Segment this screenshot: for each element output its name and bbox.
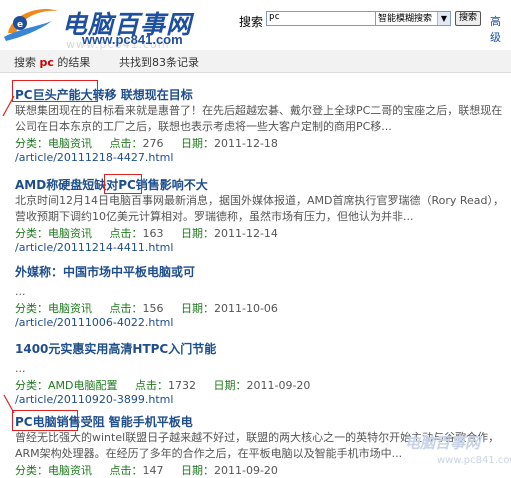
article-summary-line: 联想集团现在的目标看来就是惠普了！在先后超越宏碁、戴尔登上全球PC二哥的宝座之后… bbox=[15, 104, 503, 117]
watermark-url: www.pc841.com bbox=[437, 455, 511, 466]
article-meta: 分类：AMD电脑配置 点击：1732 日期：2011-09-20 bbox=[15, 377, 511, 393]
watermark-logo: 电脑百事网 bbox=[405, 434, 481, 452]
result-label-suffix: 的结果 bbox=[57, 56, 91, 69]
article-summary-line: ... bbox=[15, 285, 26, 298]
annotation-box bbox=[12, 80, 98, 102]
advanced-search-link[interactable]: 高级 bbox=[490, 13, 511, 45]
site-header: e 电脑百事网 www.pc841.com www.pc841.com 搜索 p… bbox=[0, 0, 511, 51]
chevron-down-icon: ▼ bbox=[437, 12, 450, 25]
search-result-item: 1400元实惠实用高清HTPC入门节能 ... 分类：AMD电脑配置 点击：17… bbox=[15, 340, 511, 409]
annotation-arrow-icon bbox=[2, 95, 15, 117]
site-logo-url: www.pc841.com bbox=[82, 32, 183, 47]
article-summary: ... bbox=[15, 280, 511, 300]
svg-text:e: e bbox=[17, 20, 23, 30]
annotation-box bbox=[104, 174, 142, 194]
search-result-item: AMD称硬盘短缺对PC销售影响不大 北京时间12月14日电脑百事网最新消息，据国… bbox=[15, 176, 511, 257]
article-clicks: 147 bbox=[142, 464, 164, 477]
article-title-link[interactable]: 外媒称：中国市场中平板电脑或可 bbox=[15, 263, 511, 280]
article-click-label: 点击： bbox=[109, 227, 143, 240]
result-summary-bar: 搜索 pc 的结果 共找到83条记录 bbox=[0, 50, 511, 73]
article-clicks: 156 bbox=[142, 302, 164, 315]
article-summary: 北京时间12月14日电脑百事网最新消息，据国外媒体报道，AMD首席执行官罗瑞德（… bbox=[15, 193, 511, 225]
article-summary-line: 公司在日本东京的工厂之后，联想也表示考虑将一些大客户定制的商用PC移... bbox=[15, 120, 392, 133]
article-date: 2011-10-06 bbox=[214, 302, 278, 315]
article-clicks: 1732 bbox=[168, 379, 196, 392]
article-date-label: 日期： bbox=[181, 137, 214, 150]
search-result-item: 外媒称：中国市场中平板电脑或可 ... 分类：电脑资讯 点击：156 日期：20… bbox=[15, 263, 511, 332]
article-date-label: 日期： bbox=[181, 464, 214, 477]
article-date: 2011-09-20 bbox=[246, 379, 311, 392]
result-keyword: pc bbox=[39, 56, 54, 69]
article-title-link[interactable]: 1400元实惠实用高清HTPC入门节能 bbox=[15, 340, 511, 357]
article-category[interactable]: 分类：AMD电脑配置 bbox=[15, 379, 118, 392]
article-summary: 联想集团现在的目标看来就是惠普了！在先后超越宏碁、戴尔登上全球PC二哥的宝座之后… bbox=[15, 103, 511, 135]
article-meta: 分类：电脑资讯 点击：276 日期：2011-12-18 bbox=[15, 135, 511, 151]
article-summary-line: ... bbox=[15, 362, 26, 375]
article-clicks: 163 bbox=[142, 227, 164, 240]
search-label: 搜索 bbox=[239, 15, 264, 29]
article-date-label: 日期： bbox=[213, 379, 247, 392]
logo-swoosh-icon: e bbox=[4, 9, 58, 41]
article-click-label: 点击： bbox=[109, 302, 143, 315]
article-date: 2011-09-20 bbox=[214, 464, 278, 477]
result-count: 共找到83条记录 bbox=[119, 56, 199, 69]
article-summary: ... bbox=[15, 357, 511, 377]
article-date-label: 日期： bbox=[181, 227, 214, 240]
article-date: 2011-12-14 bbox=[214, 227, 278, 240]
article-meta: 分类：电脑资讯 点击：163 日期：2011-12-14 bbox=[15, 225, 511, 241]
article-click-label: 点击： bbox=[109, 137, 143, 150]
article-summary-line: 北京时间12月14日电脑百事网最新消息，据国外媒体报道，AMD首席执行官罗瑞德（… bbox=[15, 194, 505, 207]
article-meta: 分类：电脑资讯 点击：156 日期：2011-10-06 bbox=[15, 300, 511, 316]
annotation-box bbox=[12, 410, 78, 431]
result-label-prefix: 搜索 bbox=[14, 56, 36, 69]
article-url-link[interactable]: /article/20111218-4427.html bbox=[15, 151, 511, 167]
article-category[interactable]: 分类：电脑资讯 bbox=[15, 227, 92, 240]
search-mode-value: 智能模糊搜索 bbox=[378, 14, 433, 24]
article-date: 2011-12-18 bbox=[214, 137, 278, 150]
article-url-link[interactable]: /article/20111214-4411.html bbox=[15, 241, 511, 257]
article-url-link[interactable]: /article/20111006-4022.html bbox=[15, 316, 511, 332]
article-category[interactable]: 分类：电脑资讯 bbox=[15, 137, 92, 150]
article-category[interactable]: 分类：电脑资讯 bbox=[15, 464, 92, 477]
search-input[interactable]: pc bbox=[266, 11, 376, 26]
annotation-arrow-icon bbox=[3, 394, 15, 414]
article-summary-line: 营收预期下调约10亿美元计算相对。罗瑞德称，虽然市场有压力，但他认为并非... bbox=[15, 210, 414, 223]
article-url-link[interactable]: /article/20110920-3899.html bbox=[15, 393, 511, 409]
search-button[interactable]: 搜索 bbox=[455, 11, 481, 26]
article-category[interactable]: 分类：电脑资讯 bbox=[15, 302, 92, 315]
article-click-label: 点击： bbox=[135, 379, 168, 392]
article-clicks: 276 bbox=[142, 137, 164, 150]
article-click-label: 点击： bbox=[109, 464, 143, 477]
search-mode-select[interactable]: 智能模糊搜索 ▼ bbox=[375, 11, 451, 26]
article-date-label: 日期： bbox=[181, 302, 214, 315]
article-title-link[interactable]: AMD称硬盘短缺对PC销售影响不大 bbox=[15, 176, 511, 193]
result-keyword-label: 搜索 pc 的结果 bbox=[14, 54, 90, 70]
article-title-link[interactable]: PC电脑销售受阻 智能手机平板电 bbox=[15, 413, 511, 430]
